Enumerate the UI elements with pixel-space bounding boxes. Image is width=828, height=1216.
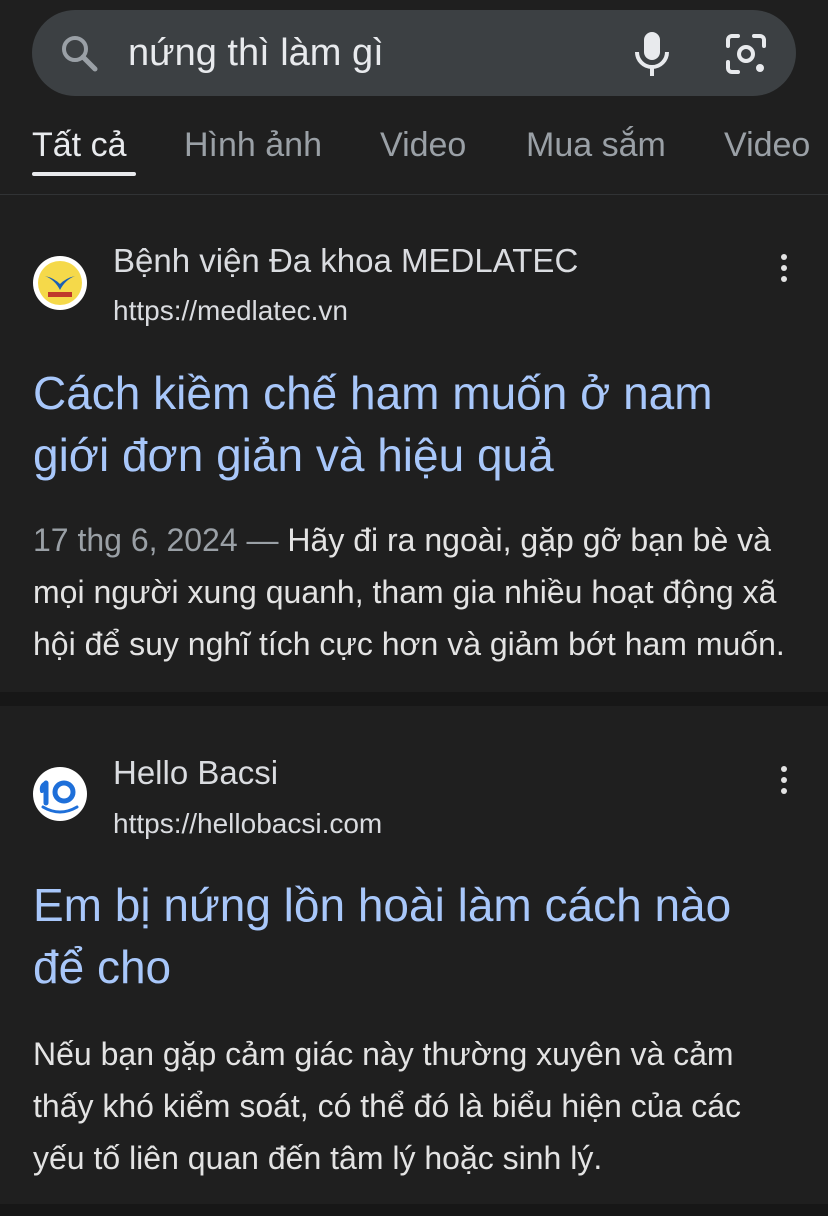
more-options-icon[interactable]	[770, 248, 798, 288]
search-input[interactable]: nứng thì làm gì	[128, 10, 384, 96]
search-result: Hello Bacsi https://hellobacsi.com Em bị…	[0, 706, 828, 1202]
result-title[interactable]: Cách kiềm chế ham muốn ở nam giới đơn gi…	[33, 362, 793, 486]
microphone-icon[interactable]	[630, 30, 674, 78]
medlatec-logo-icon	[33, 256, 87, 310]
result-title[interactable]: Em bị nứng lồn hoài làm cách nào để cho	[33, 874, 793, 998]
hellobacsi-logo-icon	[33, 767, 87, 821]
result-divider	[0, 692, 828, 706]
tab-videos[interactable]: Video	[380, 126, 466, 165]
search-result: Bệnh viện Đa khoa MEDLATEC https://medla…	[0, 196, 828, 690]
search-bar[interactable]: nứng thì làm gì	[32, 10, 796, 96]
tab-shopping[interactable]: Mua sắm	[526, 126, 666, 165]
search-tabs: Tất cả Hình ảnh Video Mua sắm Video	[0, 108, 828, 195]
site-name[interactable]: Bệnh viện Đa khoa MEDLATEC	[113, 242, 578, 280]
search-icon	[62, 36, 98, 72]
tab-all[interactable]: Tất cả	[32, 126, 126, 165]
camera-lens-icon[interactable]	[724, 32, 768, 76]
result-snippet: Nếu bạn gặp cảm giác này thường xuyên và…	[33, 1036, 741, 1176]
site-url[interactable]: https://hellobacsi.com	[113, 808, 382, 840]
result-date: 17 thg 6, 2024	[33, 522, 238, 558]
date-separator: —	[237, 522, 288, 558]
active-tab-indicator	[32, 172, 136, 176]
site-name[interactable]: Hello Bacsi	[113, 754, 278, 792]
site-url[interactable]: https://medlatec.vn	[113, 295, 348, 327]
result-snippet: 17 thg 6, 2024 — Hãy đi ra ngoài, gặp gỡ…	[33, 514, 795, 670]
result-divider	[0, 1204, 828, 1216]
more-options-icon[interactable]	[770, 760, 798, 800]
tab-videos-2[interactable]: Video	[724, 126, 810, 165]
tab-images[interactable]: Hình ảnh	[184, 126, 322, 165]
